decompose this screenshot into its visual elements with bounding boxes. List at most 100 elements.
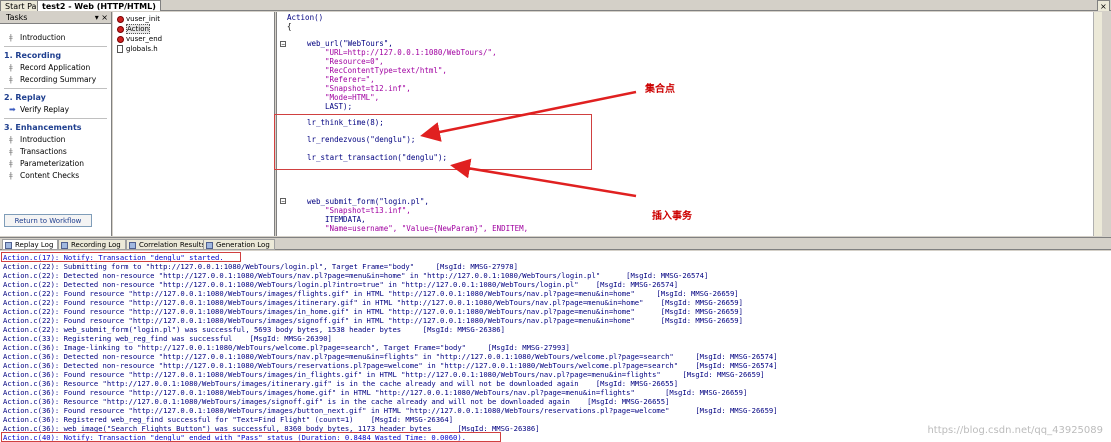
output-tab-strip: Replay Log Recording Log Correlation Res…	[0, 237, 1111, 250]
log-line: Action.c(22): web_submit_form("login.pl"…	[3, 325, 505, 334]
tab-correlation-results[interactable]: Correlation Results	[126, 239, 211, 250]
task-transactions[interactable]: ǂ Transactions	[0, 146, 111, 158]
task-introduction[interactable]: ǂ Introduction	[0, 32, 111, 44]
code-line: {	[287, 22, 292, 31]
annotation-transaction: 插入事务	[652, 211, 692, 222]
collapse-icon[interactable]: −	[280, 41, 286, 48]
code-line: Action()	[287, 13, 324, 22]
task-parameterization[interactable]: ǂ Parameterization	[0, 158, 111, 170]
info-icon: ǂ	[9, 171, 13, 180]
task-label: Transactions	[20, 147, 67, 156]
code-line: "Snapshot=t12.inf",	[325, 84, 411, 93]
log-icon	[61, 242, 68, 249]
task-label: Introduction	[20, 33, 66, 42]
section-replay-title: 2. Replay	[4, 93, 46, 102]
info-icon: ǂ	[9, 75, 13, 84]
code-line: "Name=username", "Value={NewParam}", END…	[325, 224, 529, 233]
code-line: ITEMDATA,	[325, 215, 366, 224]
info-icon: ǂ	[9, 159, 13, 168]
info-icon: ǂ	[9, 147, 13, 156]
log-line: Action.c(36): Found resource "http://127…	[3, 388, 748, 397]
tree-label: vuser_init	[126, 15, 160, 23]
code-line: "Referer=",	[325, 75, 375, 84]
task-label: Parameterization	[20, 159, 85, 168]
code-line: web_submit_form("login.pl",	[307, 197, 429, 206]
highlight-box	[274, 114, 592, 170]
annotation-rendezvous: 集合点	[645, 84, 675, 95]
log-icon	[206, 242, 213, 249]
task-enh-introduction[interactable]: ǂ Introduction	[0, 134, 111, 146]
tree-label: vuser_end	[126, 35, 163, 43]
task-label: Content Checks	[20, 171, 80, 180]
log-line: Action.c(22): Found resource "http://127…	[3, 298, 743, 307]
code-line: web_url("WebTours",	[307, 39, 393, 48]
log-line: Action.c(36): Detected non-resource "htt…	[3, 352, 778, 361]
task-content-checks[interactable]: ǂ Content Checks	[0, 170, 111, 182]
tasks-pane: Tasks ▾ × ǂ Introduction 1. Recording ǂ …	[0, 12, 112, 236]
code-editor[interactable]: − − Action() { web_url("WebTours", "URL=…	[274, 12, 1102, 236]
script-tree: vuser_init Action vuser_end globals.h	[113, 12, 275, 236]
document-tab-strip: Start Page test2 - Web (HTTP/HTML) ×	[0, 0, 1111, 11]
tab-recording-log[interactable]: Recording Log	[58, 239, 126, 250]
task-label: Verify Replay	[20, 105, 70, 114]
tab-generation-log[interactable]: Generation Log	[203, 239, 275, 250]
log-line: Action.c(36): Found resource "http://127…	[3, 406, 778, 415]
tree-item-action[interactable]: Action	[113, 24, 274, 34]
log-line: Action.c(22): Submitting form to "http:/…	[3, 262, 518, 271]
arrow-right-icon: ➡	[9, 105, 16, 114]
tab-label: Recording Log	[71, 241, 121, 249]
task-label: Record Application	[20, 63, 91, 72]
task-recording-summary[interactable]: ǂ Recording Summary	[0, 74, 111, 86]
tab-label: Replay Log	[15, 241, 54, 249]
log-line: Action.c(33): Registering web_reg_find w…	[3, 334, 332, 343]
highlight-box	[1, 432, 501, 442]
divider	[4, 46, 107, 47]
tasks-header: Tasks ▾ ×	[0, 12, 111, 24]
pin-close-icons[interactable]: ▾ ×	[95, 12, 108, 24]
task-record-application[interactable]: ǂ Record Application	[0, 62, 111, 74]
task-label: Recording Summary	[20, 75, 97, 84]
log-line: Action.c(22): Found resource "http://127…	[3, 307, 743, 316]
log-line: Action.c(36): Resource "http://127.0.0.1…	[3, 379, 679, 388]
tree-item-vuser-end[interactable]: vuser_end	[113, 34, 274, 44]
tree-item-globals-h[interactable]: globals.h	[113, 44, 274, 54]
log-line: Action.c(36): Found resource "http://127…	[3, 370, 765, 379]
code-line: "RecContentType=text/html",	[325, 66, 447, 75]
section-recording-title: 1. Recording	[4, 51, 62, 60]
vertical-scrollbar[interactable]	[1093, 12, 1102, 236]
divider	[4, 88, 107, 89]
watermark: https://blog.csdn.net/qq_43925089	[927, 425, 1103, 436]
close-icon[interactable]: ×	[1097, 0, 1110, 11]
code-line: "Snapshot=t13.inf",	[325, 206, 411, 215]
tree-item-vuser-init[interactable]: vuser_init	[113, 14, 274, 24]
log-line: Action.c(36): Detected non-resource "htt…	[3, 361, 778, 370]
return-to-workflow-button[interactable]: Return to Workflow	[4, 214, 92, 227]
code-line: "Mode=HTML",	[325, 93, 380, 102]
tab-label: Generation Log	[216, 241, 270, 249]
info-icon: ǂ	[9, 63, 13, 72]
tab-replay-log[interactable]: Replay Log	[2, 239, 59, 250]
log-line: Action.c(22): Found resource "http://127…	[3, 316, 743, 325]
collapse-icon[interactable]: −	[280, 198, 286, 205]
log-line: Action.c(22): Found resource "http://127…	[3, 289, 739, 298]
log-icon	[5, 242, 12, 249]
divider	[4, 118, 107, 119]
tab-label: Correlation Results	[139, 241, 206, 249]
action-icon	[117, 26, 124, 33]
log-line: Action.c(22): Detected non-resource "htt…	[3, 271, 709, 280]
tasks-title: Tasks	[6, 13, 28, 22]
tab-test2-script[interactable]: test2 - Web (HTTP/HTML)	[37, 0, 161, 11]
log-line: Action.c(36): Resource "http://127.0.0.1…	[3, 397, 670, 406]
tree-label: Action	[126, 24, 150, 34]
tree-label: globals.h	[126, 45, 158, 53]
log-line: Action.c(22): Detected non-resource "htt…	[3, 280, 679, 289]
log-icon	[129, 242, 136, 249]
task-label: Introduction	[20, 135, 66, 144]
replay-log-output[interactable]: Action.c(17): Notify: Transaction "dengl…	[0, 251, 1111, 442]
code-line: LAST);	[325, 102, 353, 111]
action-icon	[117, 36, 124, 43]
log-line: Action.c(36): Image-linking to "http://1…	[3, 343, 570, 352]
task-verify-replay[interactable]: ➡ Verify Replay	[0, 104, 111, 116]
code-line: "Resource=0",	[325, 57, 384, 66]
info-icon: ǂ	[9, 33, 13, 42]
